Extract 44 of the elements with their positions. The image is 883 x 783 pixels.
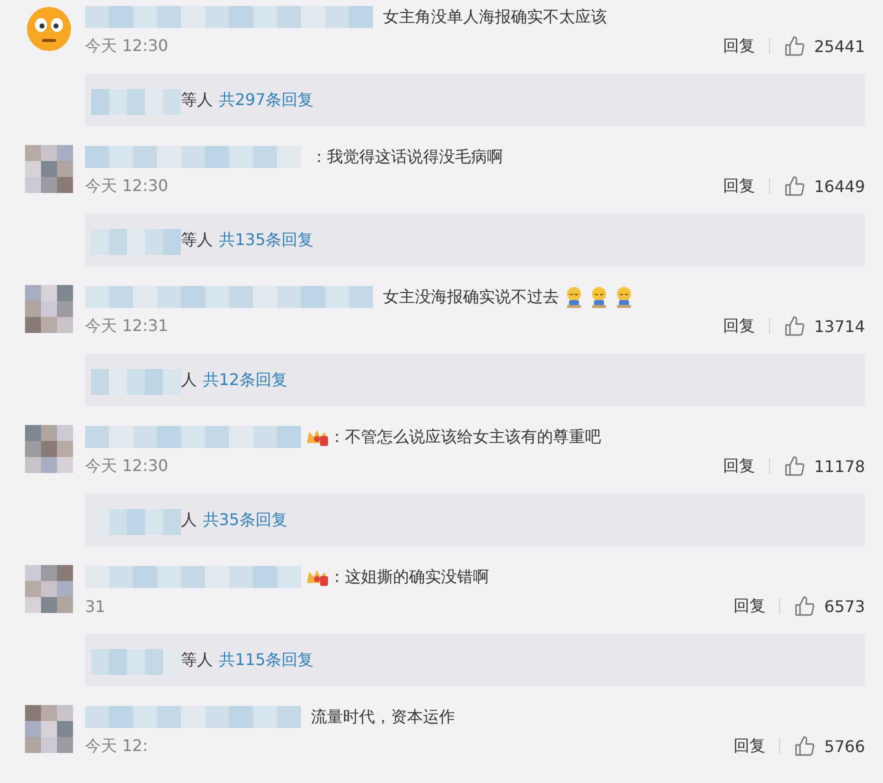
- emoji-icon: [564, 286, 584, 308]
- like-count: 25441: [814, 36, 865, 56]
- thumbs-up-icon: [794, 595, 816, 617]
- reply-link[interactable]: 回复: [733, 736, 766, 756]
- emoji-icon: [614, 286, 634, 308]
- reply-users-text: 等人: [181, 650, 213, 670]
- reply-link[interactable]: 回复: [723, 316, 756, 336]
- thumbs-up-icon: [784, 175, 806, 197]
- timestamp: 今天 12:31: [85, 316, 168, 336]
- thumbs-up-icon: [784, 315, 806, 337]
- more-replies-link[interactable]: 共135条回复: [219, 230, 314, 250]
- reply-link[interactable]: 回复: [733, 596, 766, 616]
- comment-text: ：这姐撕的确实没错啊: [329, 566, 489, 588]
- like-count: 16449: [814, 176, 865, 196]
- thumbs-up-icon: [794, 735, 816, 757]
- more-replies-link[interactable]: 共35条回复: [203, 510, 288, 530]
- timestamp: 今天 12:30: [85, 36, 168, 56]
- reply-link[interactable]: 回复: [723, 36, 756, 56]
- comment-text: 流量时代，资本运作: [311, 706, 455, 728]
- more-replies-link[interactable]: 共297条回复: [219, 90, 314, 110]
- emoji-icon: [589, 286, 609, 308]
- reply-link[interactable]: 回复: [723, 176, 756, 196]
- timestamp: 今天 12:30: [85, 176, 168, 196]
- more-replies-link[interactable]: 共12条回复: [203, 370, 288, 390]
- reply-users-text: 人: [181, 370, 197, 390]
- thumbs-up-icon: [784, 35, 806, 57]
- more-replies-link[interactable]: 共115条回复: [219, 650, 314, 670]
- reply-users-text: 等人: [181, 90, 213, 110]
- like-count: 6573: [824, 596, 865, 616]
- comment-text: 女主没海报确实说不过去: [383, 286, 559, 308]
- timestamp: 今天 12:30: [85, 456, 168, 476]
- comment-text: ：我觉得这话说得没毛病啊: [311, 146, 503, 168]
- reply-link[interactable]: 回复: [723, 456, 756, 476]
- comment-text: ：不管怎么说应该给女主该有的尊重吧: [329, 426, 601, 448]
- reply-users-text: 人: [181, 510, 197, 530]
- avatar-icon[interactable]: [25, 5, 73, 53]
- timestamp: 今天 12:: [85, 736, 148, 756]
- like-count: 11178: [814, 456, 865, 476]
- thumbs-up-icon: [784, 455, 806, 477]
- comment-text: 女主角没单人海报确实不太应该: [383, 6, 607, 28]
- like-count: 13714: [814, 316, 865, 336]
- reply-users-text: 等人: [181, 230, 213, 250]
- timestamp: 31: [85, 596, 106, 616]
- like-count: 5766: [824, 736, 865, 756]
